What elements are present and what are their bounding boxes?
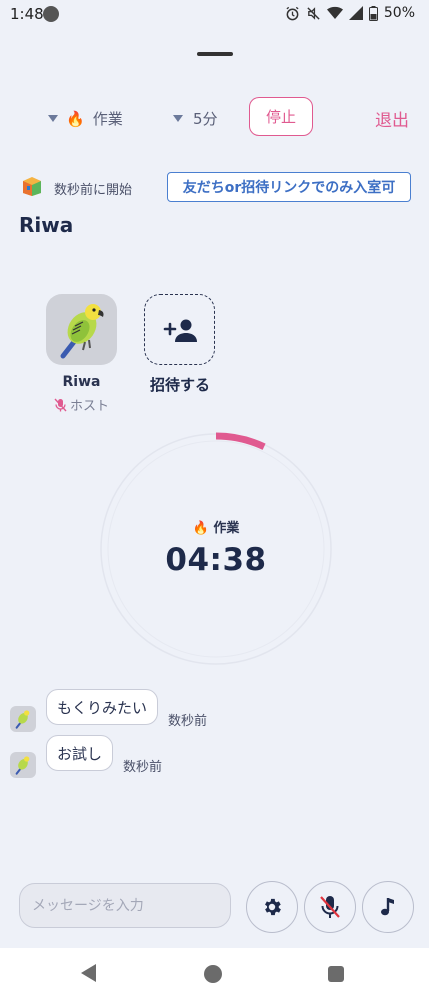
chat-message: もくりみたい 数秒前 bbox=[10, 689, 207, 732]
caret-down-icon bbox=[173, 115, 183, 122]
sheet-drag-handle[interactable] bbox=[197, 52, 233, 56]
status-bar: 1:48 50% bbox=[0, 0, 429, 30]
room-name: Riwa bbox=[19, 213, 74, 237]
chat-time: 数秒前 bbox=[123, 760, 163, 775]
home-icon[interactable] bbox=[204, 965, 222, 983]
mic-toggle-button[interactable] bbox=[304, 881, 356, 933]
member-role-label: ホスト bbox=[70, 399, 110, 414]
chat-avatar[interactable] bbox=[10, 706, 36, 732]
alarm-icon bbox=[286, 6, 299, 20]
invite-button[interactable] bbox=[144, 294, 215, 365]
status-icons: 50% bbox=[285, 5, 415, 21]
fire-icon: 🔥 bbox=[192, 521, 209, 536]
timer-mode: 🔥 作業 bbox=[99, 517, 333, 536]
stop-button[interactable]: 停止 bbox=[249, 97, 313, 136]
recent-apps-icon[interactable] bbox=[328, 966, 344, 982]
battery-percent: 50% bbox=[383, 5, 415, 21]
room-icon bbox=[23, 177, 41, 196]
member-avatar[interactable] bbox=[46, 294, 117, 365]
room-started-text: 数秒前に開始 bbox=[54, 183, 133, 198]
duration-select[interactable]: 5分 bbox=[173, 108, 218, 129]
music-note-icon bbox=[381, 898, 394, 916]
music-button[interactable] bbox=[362, 881, 414, 933]
add-person-icon bbox=[163, 319, 197, 342]
mode-label: 作業 bbox=[92, 110, 123, 128]
parrot-icon bbox=[15, 710, 30, 729]
timer-time: 04:38 bbox=[165, 542, 267, 578]
mic-muted-icon bbox=[320, 896, 340, 918]
battery-icon bbox=[368, 5, 378, 21]
mode-select[interactable]: 🔥 作業 bbox=[48, 108, 123, 129]
mute-icon bbox=[307, 6, 320, 20]
chat-message: お試し 数秒前 bbox=[10, 735, 162, 778]
mic-muted-icon bbox=[54, 398, 67, 411]
duration-label: 5分 bbox=[193, 110, 218, 128]
gear-icon bbox=[265, 898, 281, 916]
parrot-icon bbox=[15, 756, 30, 775]
status-time: 1:48 bbox=[10, 5, 44, 23]
message-input[interactable] bbox=[19, 883, 231, 928]
parrot-icon bbox=[60, 303, 103, 358]
member-role: ホスト bbox=[54, 395, 109, 414]
chat-bubble: お試し bbox=[46, 735, 114, 771]
member-name: Riwa bbox=[62, 374, 101, 390]
chat-avatar[interactable] bbox=[10, 752, 36, 778]
invite-label: 招待する bbox=[149, 376, 210, 394]
chat-time: 数秒前 bbox=[168, 714, 208, 729]
fire-icon: 🔥 bbox=[66, 109, 85, 128]
caret-down-icon bbox=[48, 115, 58, 122]
back-icon[interactable] bbox=[81, 964, 96, 982]
settings-button[interactable] bbox=[246, 881, 298, 933]
wifi-icon bbox=[326, 6, 343, 19]
chat-bubble: もくりみたい bbox=[46, 689, 159, 725]
signal-icon bbox=[348, 6, 363, 20]
notification-dot-icon bbox=[43, 6, 59, 22]
timer-mode-label: 作業 bbox=[213, 521, 240, 536]
access-badge: 友だちor招待リンクでのみ入室可 bbox=[167, 172, 411, 202]
exit-button[interactable]: 退出 bbox=[375, 106, 409, 131]
